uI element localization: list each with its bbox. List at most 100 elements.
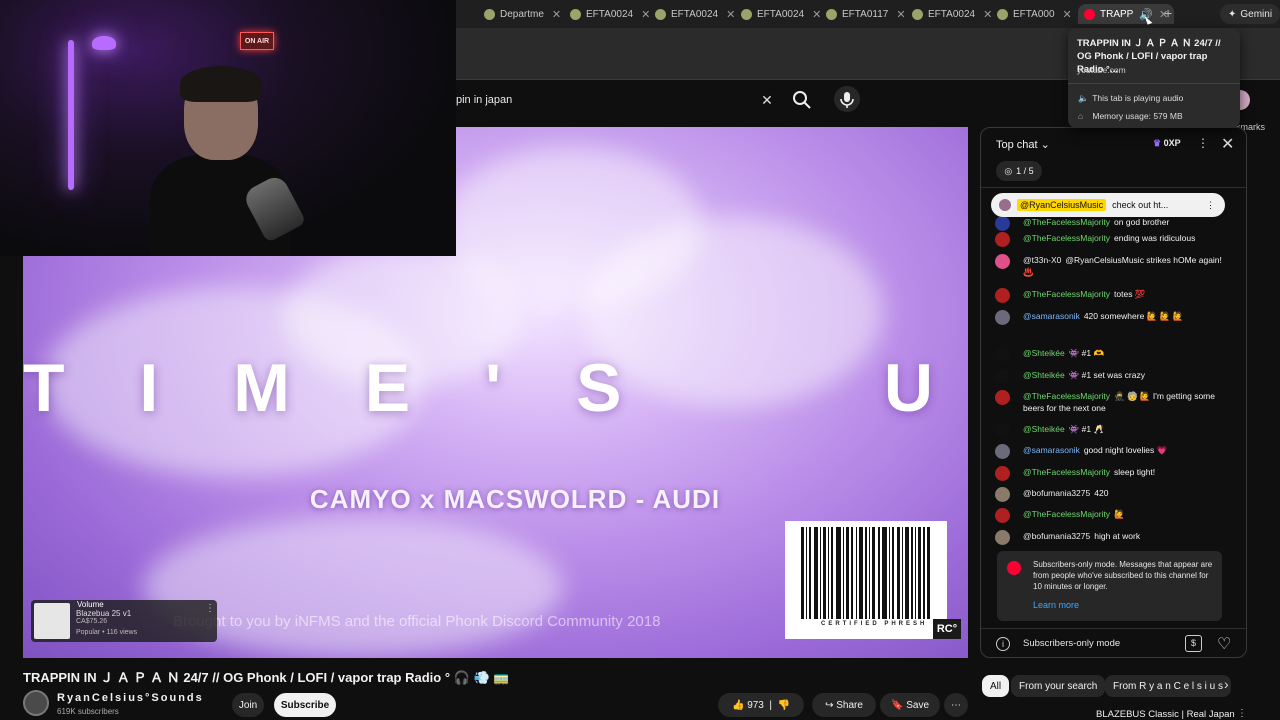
chat-avatar[interactable] bbox=[995, 444, 1010, 459]
chat-author[interactable]: @t33n-X0 bbox=[1023, 255, 1061, 265]
chat-avatar[interactable] bbox=[995, 487, 1010, 502]
browser-tab[interactable]: Departme ✕ bbox=[484, 4, 561, 24]
share-label: Share bbox=[836, 699, 863, 711]
chip-all[interactable]: All bbox=[982, 675, 1010, 697]
chat-avatar[interactable] bbox=[995, 347, 1010, 362]
chat-message[interactable]: @Shteikée 👾 #1 set was crazy bbox=[995, 369, 1227, 384]
chat-message[interactable]: @samarasonik good night lovelies 💗 bbox=[995, 444, 1227, 459]
tab-close-icon[interactable]: ✕ bbox=[641, 8, 650, 21]
chat-message[interactable]: @Shteikée 👾 #1 🫶 bbox=[995, 347, 1227, 362]
chat-message[interactable]: @bofumania3275 high at work bbox=[995, 530, 1227, 545]
chat-message[interactable]: @TheFacelessMajority sleep tight! bbox=[995, 466, 1227, 481]
new-tab-button[interactable]: + bbox=[1164, 5, 1172, 21]
chat-avatar[interactable] bbox=[995, 508, 1010, 523]
xp-badge[interactable]: ♛ 0XP bbox=[1153, 138, 1181, 149]
save-button[interactable]: 🔖 Save bbox=[880, 693, 940, 717]
chat-avatar[interactable] bbox=[995, 390, 1010, 405]
chat-message[interactable]: @TheFacelessMajority totes 💯 bbox=[995, 288, 1227, 303]
merch-card[interactable]: Volume Blazebua 25 v1 CA$75.26 Popular •… bbox=[31, 600, 217, 642]
up-next-title[interactable]: BLAZEBUS Classic | Real Japan bbox=[1096, 709, 1235, 720]
tab-close-icon[interactable]: ✕ bbox=[552, 8, 561, 21]
top-chat-dropdown[interactable]: Top chat ⌄ bbox=[996, 138, 1050, 151]
more-actions-button[interactable]: ⋯ bbox=[944, 693, 968, 717]
chat-message-body: @TheFacelessMajority 🙋 bbox=[1023, 508, 1227, 520]
chip-from-channel[interactable]: From R y a n C e l s i u s bbox=[1105, 675, 1232, 697]
clear-search-icon[interactable]: ✕ bbox=[757, 92, 777, 109]
chat-author[interactable]: @TheFacelessMajority bbox=[1023, 467, 1110, 477]
join-button[interactable]: Join bbox=[232, 693, 264, 717]
super-chat-icon[interactable]: $ bbox=[1185, 635, 1202, 652]
browser-tab[interactable]: EFTA0024 ✕ bbox=[570, 4, 650, 24]
tab-close-icon[interactable]: ✕ bbox=[983, 8, 992, 21]
chat-author[interactable]: @samarasonik bbox=[1023, 445, 1080, 455]
browser-tab[interactable]: EFTA0024 ✕ bbox=[741, 4, 821, 24]
pinned-message[interactable]: @RyanCelsiusMusic check out ht... ⋮ bbox=[991, 193, 1225, 217]
pinned-author[interactable]: @RyanCelsiusMusic bbox=[1017, 199, 1107, 211]
chat-message[interactable]: @bofumania3275 420 bbox=[995, 487, 1227, 502]
browser-tab[interactable]: EFTA000 ✕ bbox=[997, 4, 1072, 24]
channel-watermark-logo[interactable]: RC° bbox=[933, 619, 961, 639]
share-button[interactable]: ↪ Share bbox=[812, 693, 876, 717]
voice-search-button[interactable] bbox=[834, 86, 860, 112]
chat-author[interactable]: @bofumania3275 bbox=[1023, 531, 1090, 541]
like-dislike-group[interactable]: 👍 973 | 👎 bbox=[718, 693, 804, 717]
tab-close-icon[interactable]: ✕ bbox=[896, 8, 905, 21]
tab-close-icon[interactable]: ✕ bbox=[812, 8, 821, 21]
chat-message[interactable]: @TheFacelessMajority on god brother bbox=[995, 216, 1227, 231]
chat-author[interactable]: @TheFacelessMajority bbox=[1023, 391, 1110, 401]
gemini-button[interactable]: ✦ Gemini bbox=[1220, 4, 1280, 24]
search-box[interactable]: pin in japan ✕ bbox=[440, 88, 785, 112]
learn-more-link[interactable]: Learn more bbox=[1033, 600, 1079, 610]
subscribe-button[interactable]: Subscribe bbox=[274, 693, 336, 717]
thumbs-up-icon[interactable]: 👍 bbox=[732, 700, 744, 711]
tab-close-icon[interactable]: ✕ bbox=[726, 8, 735, 21]
chat-avatar[interactable] bbox=[995, 254, 1010, 269]
chat-goal-pill[interactable]: ◎ 1 / 5 bbox=[996, 161, 1042, 181]
browser-tab[interactable]: EFTA0117 ✕ bbox=[826, 4, 906, 24]
chip-from-search[interactable]: From your search bbox=[1011, 675, 1106, 697]
chat-author[interactable]: @samarasonik bbox=[1023, 311, 1080, 321]
chevron-right-icon[interactable]: › bbox=[1224, 676, 1229, 692]
chat-message[interactable]: @TheFacelessMajority 🥷 🧓 🙋 I'm getting so… bbox=[995, 390, 1227, 414]
heart-icon[interactable]: ♡ bbox=[1217, 634, 1231, 654]
chat-author[interactable]: @Shteikée bbox=[1023, 370, 1065, 380]
chat-author[interactable]: @TheFacelessMajority bbox=[1023, 217, 1110, 227]
chat-message[interactable]: @TheFacelessMajority ending was ridiculou… bbox=[995, 232, 1227, 247]
chat-avatar[interactable] bbox=[995, 216, 1010, 231]
more-options-icon[interactable]: ⋮ bbox=[1206, 200, 1215, 211]
chat-avatar[interactable] bbox=[995, 530, 1010, 545]
chat-avatar[interactable] bbox=[995, 310, 1010, 325]
channel-name[interactable]: RyanCelsius°Sounds bbox=[57, 692, 204, 704]
browser-tab[interactable]: EFTA0024 ✕ bbox=[655, 4, 735, 24]
search-button[interactable] bbox=[790, 88, 814, 112]
chat-author[interactable]: @TheFacelessMajority bbox=[1023, 233, 1110, 243]
tab-label: EFTA0024 bbox=[586, 8, 634, 20]
chat-avatar[interactable] bbox=[995, 369, 1010, 384]
search-input[interactable]: pin in japan bbox=[440, 94, 757, 106]
chat-avatar[interactable] bbox=[995, 232, 1010, 247]
chat-message[interactable]: @t33n-X0 @RyanCelsiusMusic strikes hOMe a… bbox=[995, 254, 1227, 278]
chat-text: 👾 #1 set was crazy bbox=[1068, 370, 1145, 380]
chat-message[interactable]: @TheFacelessMajority 🙋 bbox=[995, 508, 1227, 523]
browser-tab-active[interactable]: TRAPP 🔊 ✕ bbox=[1078, 4, 1175, 24]
chat-author[interactable]: @TheFacelessMajority bbox=[1023, 289, 1110, 299]
close-icon[interactable]: ✕ bbox=[1221, 134, 1234, 154]
thumbs-down-icon[interactable]: 👎 bbox=[778, 700, 790, 711]
pinned-text: check out ht... bbox=[1112, 200, 1169, 210]
chat-author[interactable]: @Shteikée bbox=[1023, 424, 1065, 434]
chat-menu-icon[interactable]: ⋮ bbox=[1197, 136, 1209, 150]
chat-avatar[interactable] bbox=[995, 288, 1010, 303]
chat-avatar[interactable] bbox=[995, 466, 1010, 481]
channel-avatar[interactable] bbox=[23, 690, 49, 716]
more-options-icon[interactable]: ⋮ bbox=[1237, 708, 1247, 719]
chat-author[interactable]: @Shteikée bbox=[1023, 348, 1065, 358]
chat-text: 🙋 bbox=[1114, 509, 1125, 519]
more-options-icon[interactable]: ⋮ bbox=[205, 603, 215, 614]
chat-author[interactable]: @TheFacelessMajority bbox=[1023, 509, 1110, 519]
tab-close-icon[interactable]: ✕ bbox=[1063, 8, 1072, 21]
chat-author[interactable]: @bofumania3275 bbox=[1023, 488, 1090, 498]
chat-message[interactable]: @samarasonik 420 somewhere 🙋 🙋 🙋 bbox=[995, 310, 1227, 325]
chat-message[interactable]: @Shteikée 👾 #1 🥂 bbox=[995, 423, 1227, 438]
browser-tab[interactable]: EFTA0024 ✕ bbox=[912, 4, 992, 24]
chat-avatar[interactable] bbox=[995, 423, 1010, 438]
